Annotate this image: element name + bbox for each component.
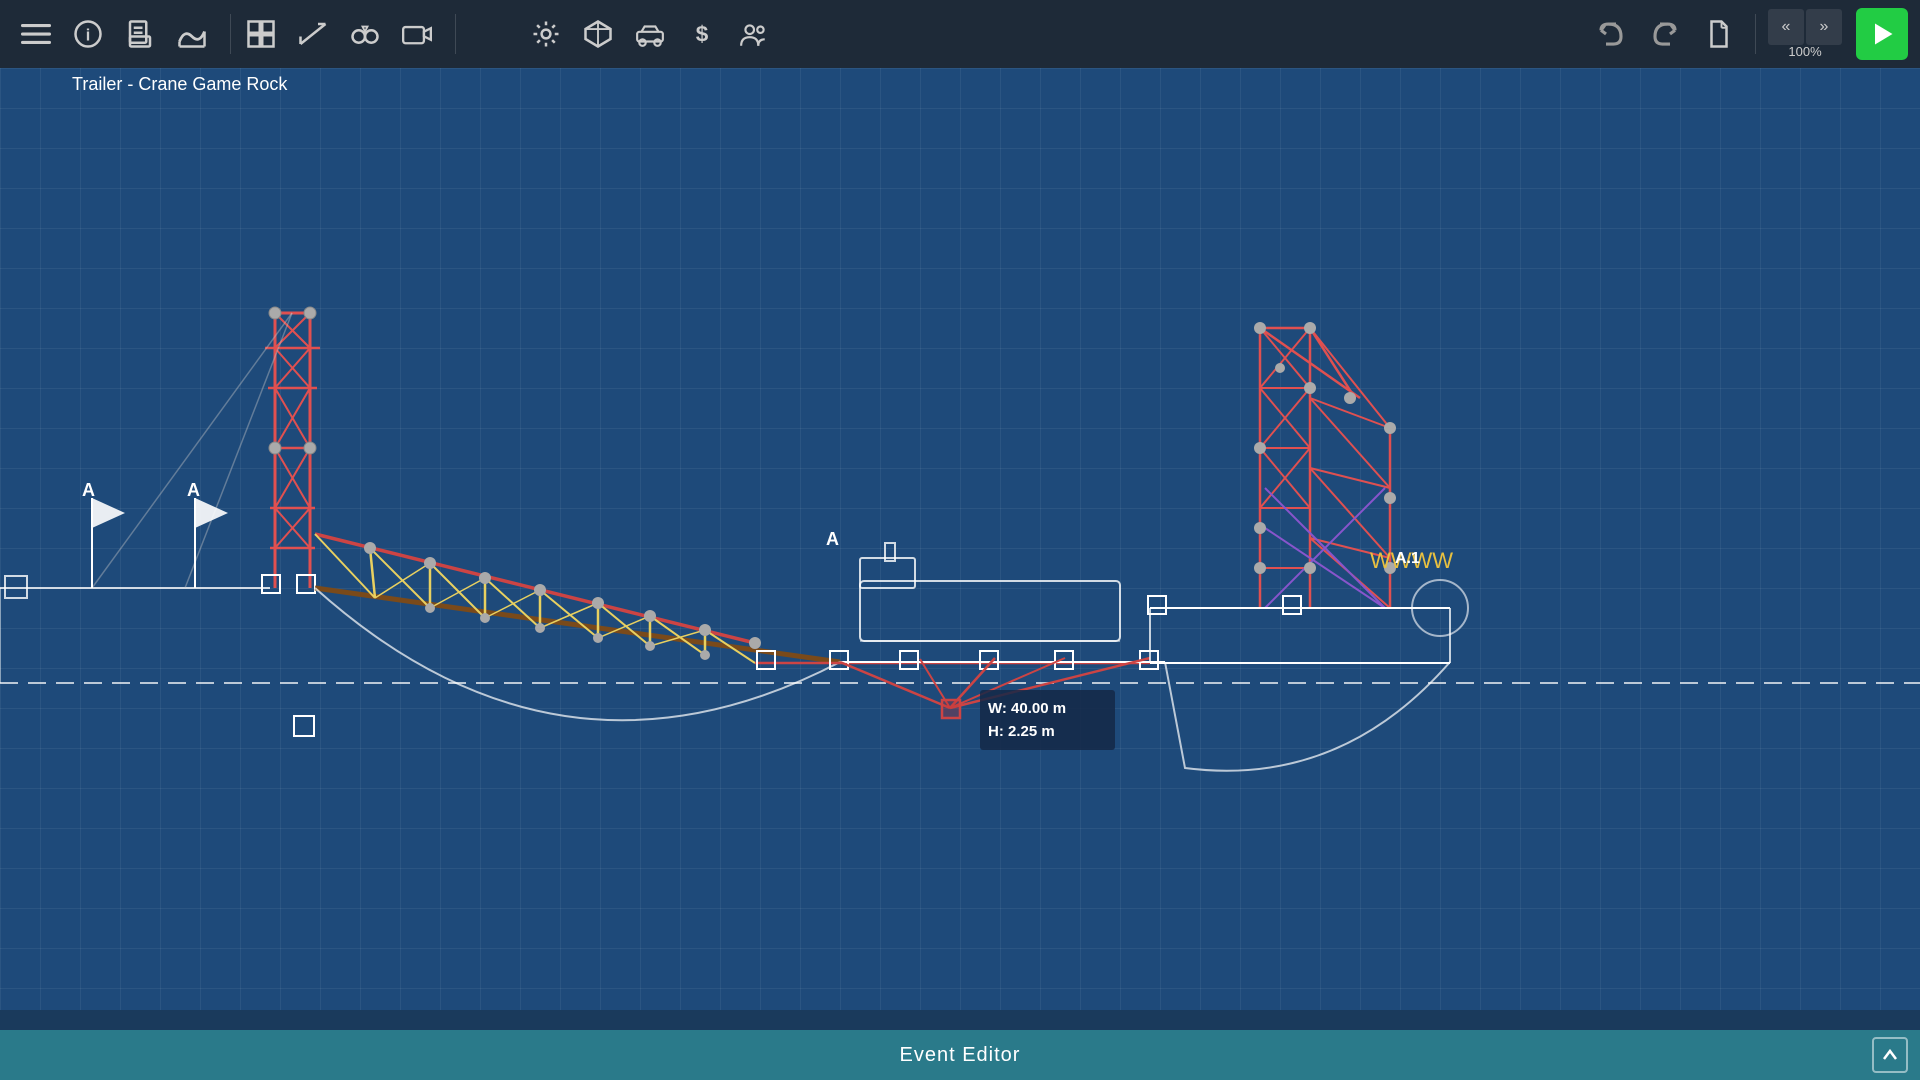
info-button[interactable]: i <box>64 10 112 58</box>
camera-button[interactable] <box>393 10 441 58</box>
menu-button[interactable] <box>12 10 60 58</box>
bottom-bar: Event Editor <box>0 1030 1920 1080</box>
svg-text:A.1: A.1 <box>1395 550 1420 567</box>
toolbar: i $ <box>0 0 1920 68</box>
new-document-button[interactable] <box>1695 10 1743 58</box>
measurement-width: W: 40.00 m <box>988 700 1066 717</box>
nav-arrows-group: « » 100% <box>1768 9 1842 59</box>
measurement-height: H: 2.25 m <box>988 723 1055 740</box>
nav-prev-button[interactable]: « <box>1768 9 1804 45</box>
svg-text:$: $ <box>696 22 709 47</box>
undo-button[interactable] <box>1587 10 1635 58</box>
money-button[interactable]: $ <box>678 10 726 58</box>
redo-button[interactable] <box>1641 10 1689 58</box>
car-button[interactable] <box>626 10 674 58</box>
bridge-button[interactable] <box>168 10 216 58</box>
nav-next-button[interactable]: » <box>1806 9 1842 45</box>
anchor-label-2: A <box>187 480 200 500</box>
grid-button[interactable] <box>237 10 285 58</box>
scene-svg: W: 40.00 m H: 2.25 m <box>0 68 1920 1010</box>
canvas-area[interactable]: W: 40.00 m H: 2.25 m <box>0 68 1920 1010</box>
anchor-label-3: A <box>826 529 839 549</box>
people-button[interactable] <box>730 10 778 58</box>
binoculars-button[interactable] <box>341 10 389 58</box>
expand-button[interactable] <box>1872 1037 1908 1073</box>
settings-button[interactable] <box>522 10 570 58</box>
play-button[interactable] <box>1856 8 1908 60</box>
measure-button[interactable] <box>289 10 337 58</box>
zoom-level: 100% <box>1788 45 1821 59</box>
document-button[interactable] <box>116 10 164 58</box>
cube-button[interactable] <box>574 10 622 58</box>
svg-text:i: i <box>86 26 91 44</box>
event-editor-label: Event Editor <box>900 1044 1021 1067</box>
anchor-label-1: A <box>82 480 95 500</box>
